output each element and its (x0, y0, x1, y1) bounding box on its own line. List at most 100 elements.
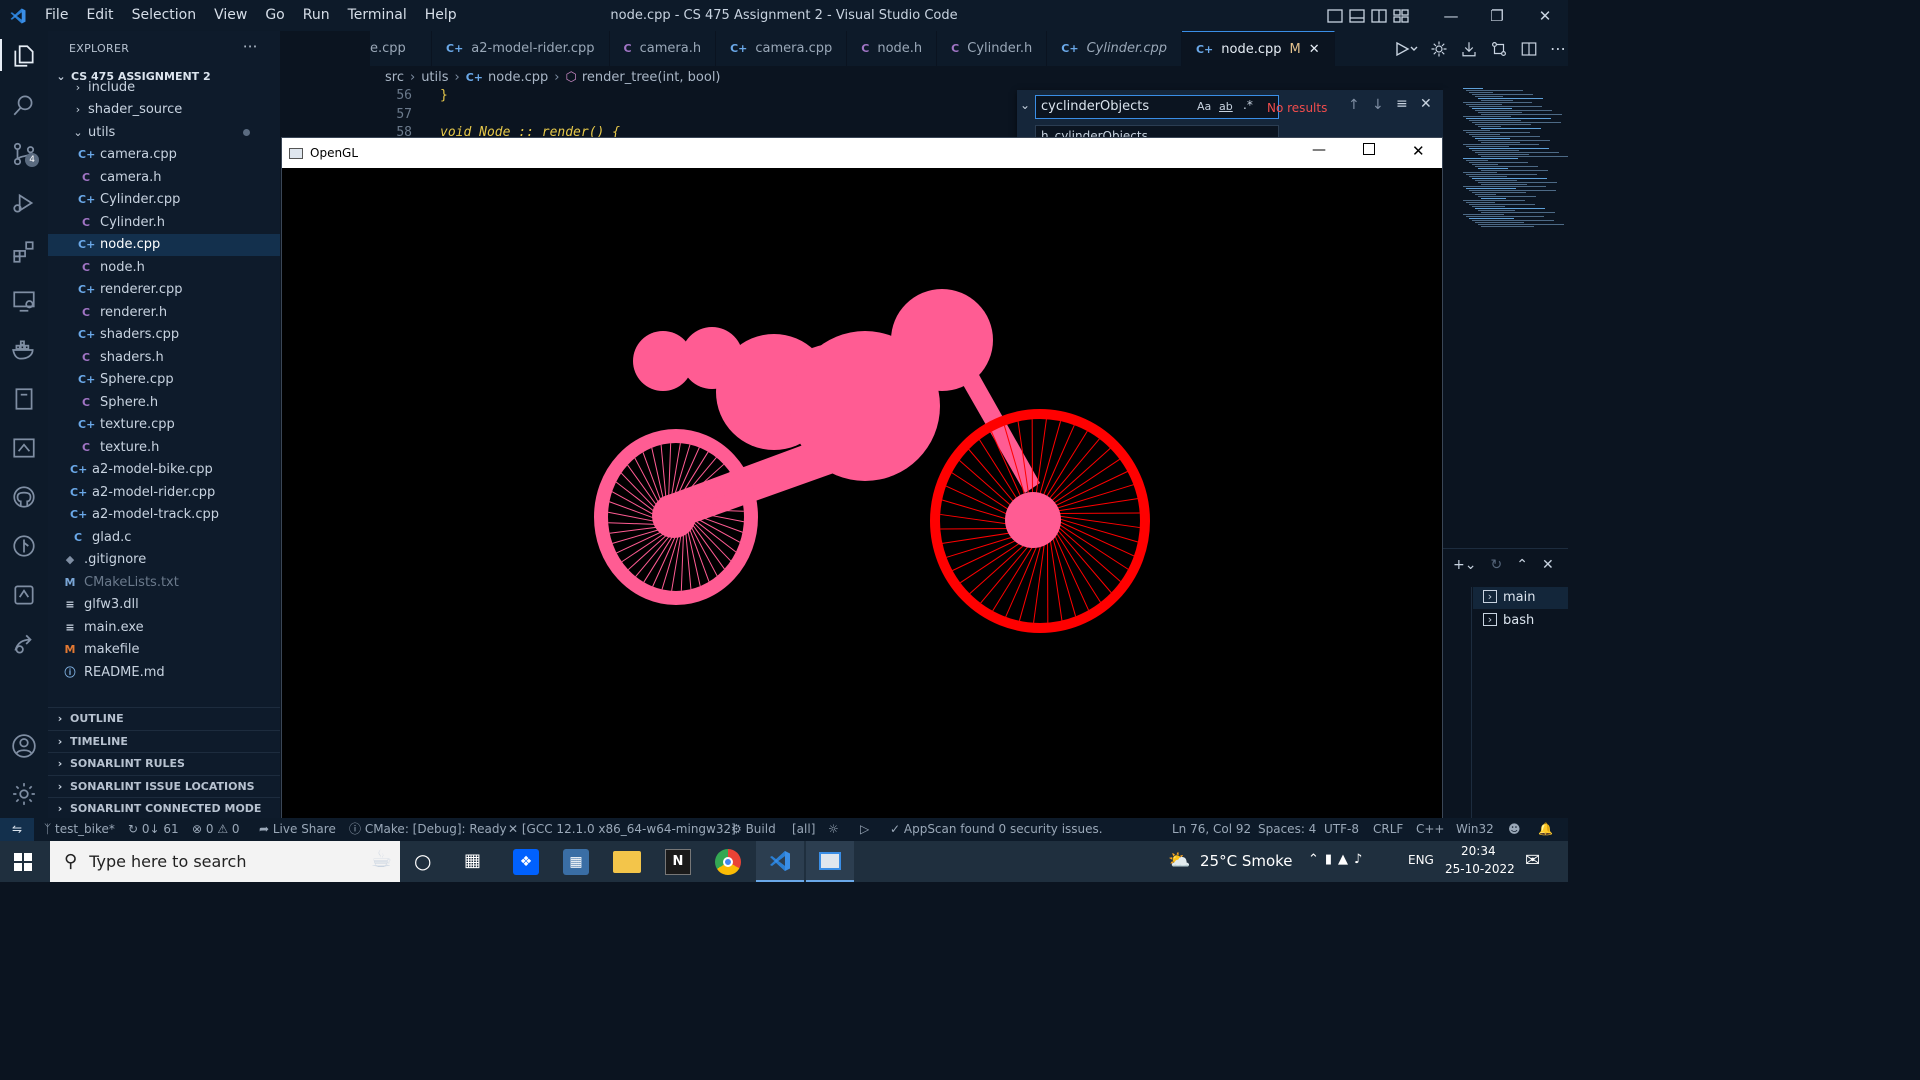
breadcrumb-symbol[interactable]: render_tree(int, bool) (582, 70, 721, 85)
file-item[interactable]: Mmakefile (48, 639, 280, 662)
section-outline[interactable]: › OUTLINE (48, 707, 280, 730)
folder-item[interactable]: › include (48, 76, 280, 99)
file-item[interactable]: C Sphere.h (48, 391, 280, 414)
tab-Cylinder-cpp[interactable]: C+ Cylinder.cpp (1047, 31, 1182, 66)
remote-indicator-icon[interactable]: ⇋ (0, 818, 34, 841)
launch-play-icon[interactable]: ▷ (860, 818, 869, 841)
platform[interactable]: Win32 (1456, 818, 1494, 841)
dropbox-icon[interactable]: ❖ (513, 849, 539, 875)
file-item[interactable]: C+ node.cpp (48, 233, 280, 256)
download-icon[interactable] (1460, 40, 1478, 58)
close-button[interactable]: ✕ (1412, 142, 1425, 160)
cmake-icon[interactable] (0, 570, 48, 619)
maximize-button[interactable] (1363, 143, 1375, 155)
chrome-icon[interactable] (715, 849, 741, 875)
refresh-icon[interactable]: ↻ (1490, 557, 1502, 573)
file-item[interactable]: ≡ glfw3.dll (48, 594, 280, 617)
clock-date[interactable]: 25-10-2022 (1445, 862, 1515, 876)
extensions-icon[interactable] (0, 227, 48, 276)
close-panel-icon[interactable]: ✕ (1542, 557, 1554, 573)
minimap[interactable] (1443, 88, 1569, 548)
more-icon[interactable]: ⋯ (1550, 39, 1566, 58)
run-debug-icon[interactable] (0, 178, 48, 227)
breadcrumb-file[interactable]: node.cpp (488, 70, 548, 85)
restore-button[interactable]: ❐ (1474, 0, 1520, 31)
system-tray-icons[interactable]: ⌃▮▲♪ (1308, 852, 1368, 867)
accounts-icon[interactable] (0, 721, 48, 770)
git-branch[interactable]: ᛉ test_bike* (44, 818, 115, 841)
kit-status[interactable]: ✕ [GCC 12.1.0 x86_64-w64-mingw32] (508, 818, 736, 841)
microsoft-store-icon[interactable]: ▦ (563, 849, 589, 875)
previous-match-arrow-icon[interactable]: ↑ (1348, 97, 1360, 113)
input-language[interactable]: ENG (1408, 853, 1434, 867)
notion-icon[interactable]: N (665, 849, 691, 875)
explorer-icon[interactable] (0, 31, 48, 80)
debug-bug-icon[interactable]: ☼ (828, 818, 839, 841)
breadcrumb-utils[interactable]: utils (421, 70, 448, 85)
language-mode[interactable]: C++ (1416, 818, 1445, 841)
run-icon[interactable] (1394, 40, 1418, 58)
menu-edit[interactable]: Edit (77, 0, 122, 31)
section-sonarlint-issue-locations[interactable]: › SONARLINT ISSUE LOCATIONS (48, 774, 280, 798)
next-match-arrow-icon[interactable]: ↓ (1372, 97, 1384, 113)
notebook-icon[interactable] (0, 374, 48, 423)
file-item[interactable]: ≡ main.exe (48, 616, 280, 639)
github-icon[interactable] (0, 472, 48, 521)
menu-go[interactable]: Go (256, 0, 293, 31)
tab-a2-model-rider-cpp[interactable]: C+ a2-model-rider.cpp (432, 31, 610, 66)
maximize-panel-chevron-icon[interactable]: ⌃ (1516, 557, 1528, 573)
opengl-window[interactable]: OpenGL — ✕ (281, 137, 1443, 820)
close-find-icon[interactable]: ✕ (1420, 96, 1432, 112)
build-target[interactable]: [all] (792, 818, 815, 841)
match-case-toggle[interactable]: Aa (1197, 100, 1211, 113)
tab-e-cpp[interactable]: e.cpp (370, 31, 432, 66)
indentation[interactable]: Spaces: 4 (1258, 818, 1316, 841)
menu-terminal[interactable]: Terminal (339, 0, 416, 31)
settings-gear-icon[interactable] (0, 769, 48, 818)
file-item[interactable]: C+ a2-model-rider.cpp (48, 481, 280, 504)
file-item[interactable]: C Cylinder.h (48, 211, 280, 234)
split-editor-icon[interactable] (1520, 40, 1538, 58)
close-tab-icon[interactable]: ✕ (1309, 42, 1320, 57)
live-share-status[interactable]: ➦ Live Share (259, 818, 336, 841)
regex-toggle[interactable]: .* (1243, 98, 1253, 112)
file-item[interactable]: ⓘ README.md (48, 661, 280, 684)
section-timeline[interactable]: › TIMELINE (48, 729, 280, 753)
file-item[interactable]: Ctexture.h (48, 436, 280, 459)
appscan-status[interactable]: ✓ AppScan found 0 security issues. (890, 818, 1103, 841)
file-item[interactable]: C+ Cylinder.cpp (48, 189, 280, 212)
section-sonarlint-connected-mode[interactable]: › SONARLINT CONNECTED MODE (48, 797, 280, 818)
windows-start-icon[interactable] (14, 853, 32, 875)
weather-text[interactable]: 25°C Smoke (1200, 852, 1293, 870)
tab-node-h[interactable]: Cnode.h (847, 31, 938, 66)
folder-item[interactable]: › shader_source (48, 99, 280, 122)
cmake-status[interactable]: ⓘ CMake: [Debug]: Ready (349, 818, 507, 841)
source-control-icon[interactable]: 4 (0, 129, 48, 178)
opengl-title-bar[interactable]: OpenGL — ✕ (282, 138, 1442, 168)
minimize-button[interactable]: — (1428, 0, 1474, 31)
file-item[interactable]: Ccamera.h (48, 166, 280, 189)
file-item[interactable]: ◆ .gitignore (48, 549, 280, 572)
menu-view[interactable]: View (205, 0, 256, 31)
opengl-taskbar-icon[interactable] (806, 841, 854, 882)
tab-Cylinder-h[interactable]: C Cylinder.h (937, 31, 1048, 66)
terminal-item-main[interactable]: › main (1473, 587, 1568, 609)
minimize-button[interactable]: — (1312, 142, 1326, 158)
feedback-icon[interactable]: ☻ (1508, 818, 1521, 841)
section-sonarlint-rules[interactable]: › SONARLINT RULES (48, 752, 280, 775)
file-item[interactable]: C+ a2-model-track.cpp (48, 504, 280, 527)
encoding[interactable]: UTF-8 (1324, 818, 1359, 841)
search-icon[interactable] (0, 80, 48, 129)
tab-camera-h[interactable]: Ccamera.h (610, 31, 717, 66)
file-item[interactable]: C+ a2-model-bike.cpp (48, 459, 280, 482)
gear-icon[interactable] (1430, 40, 1448, 58)
file-item[interactable]: C+ texture.cpp (48, 414, 280, 437)
file-item[interactable]: Cglad.c (48, 526, 280, 549)
end-of-line[interactable]: CRLF (1373, 818, 1403, 841)
layout-controls[interactable] (1324, 0, 1414, 31)
cortana-icon[interactable]: ○ (414, 849, 431, 873)
file-item[interactable]: Cnode.h (48, 256, 280, 279)
cursor-position[interactable]: Ln 76, Col 92 (1172, 818, 1251, 841)
vscode-taskbar-icon[interactable] (756, 841, 804, 882)
live-share-icon[interactable] (0, 619, 48, 668)
